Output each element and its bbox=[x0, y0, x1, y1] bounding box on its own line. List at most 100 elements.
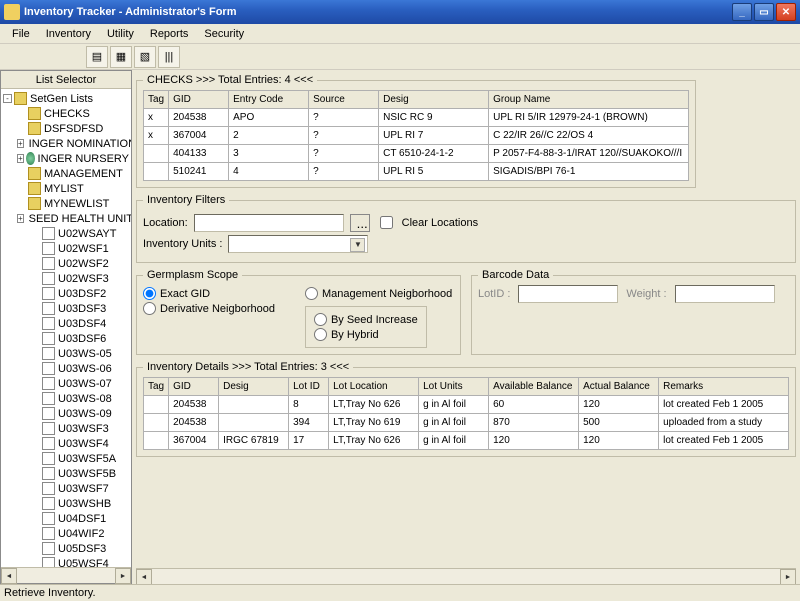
left-h-scrollbar[interactable]: ◄ ► bbox=[1, 567, 131, 583]
location-label: Location: bbox=[143, 217, 188, 229]
list-selector-header: List Selector bbox=[1, 71, 131, 89]
tree-item[interactable]: U03WSF5A bbox=[3, 451, 129, 466]
radio-exact-gid[interactable]: Exact GID bbox=[143, 287, 275, 300]
radio-derivative[interactable]: Derivative Neigborhood bbox=[143, 302, 275, 315]
weight-input[interactable] bbox=[675, 285, 775, 303]
table-row[interactable]: 204538394LT,Tray No 619g in Al foil87050… bbox=[144, 414, 789, 432]
tree-item[interactable]: MYNEWLIST bbox=[3, 196, 129, 211]
col-header[interactable]: Desig bbox=[219, 378, 289, 396]
col-header[interactable]: Tag bbox=[144, 91, 169, 109]
scroll-right-icon[interactable]: ► bbox=[115, 568, 131, 584]
tree-item[interactable]: U02WSF1 bbox=[3, 241, 129, 256]
tree-item[interactable]: CHECKS bbox=[3, 106, 129, 121]
radio-management[interactable]: Management Neigborhood bbox=[305, 287, 452, 300]
tree-item[interactable]: U03WS-09 bbox=[3, 406, 129, 421]
col-header[interactable]: Lot ID bbox=[289, 378, 329, 396]
table-row[interactable]: x204538APO?NSIC RC 9UPL RI 5/IR 12979-24… bbox=[144, 109, 689, 127]
menu-reports[interactable]: Reports bbox=[142, 26, 197, 42]
window-title: Inventory Tracker - Administrator's Form bbox=[24, 6, 730, 18]
radio-by-hybrid[interactable]: By Hybrid bbox=[314, 328, 418, 341]
tree-item[interactable]: U03WS-05 bbox=[3, 346, 129, 361]
tree-item[interactable]: MANAGEMENT bbox=[3, 166, 129, 181]
germplasm-scope-panel: Germplasm Scope Exact GID Derivative Nei… bbox=[136, 269, 461, 355]
col-header[interactable]: Lot Units bbox=[419, 378, 489, 396]
tree-item[interactable]: DSFSDFSD bbox=[3, 121, 129, 136]
inventory-details-table[interactable]: TagGIDDesigLot IDLot LocationLot UnitsAv… bbox=[143, 377, 789, 450]
tree-item[interactable]: U03DSF4 bbox=[3, 316, 129, 331]
table-row[interactable]: 367004IRGC 6781917LT,Tray No 626g in Al … bbox=[144, 432, 789, 450]
tree-item[interactable]: +INGER NURSERY bbox=[3, 151, 129, 166]
toolbar-btn-3[interactable]: ▧ bbox=[134, 46, 156, 68]
tree-item[interactable]: U03WSHB bbox=[3, 496, 129, 511]
lotid-label: LotID : bbox=[478, 288, 510, 300]
clear-locations-checkbox[interactable] bbox=[380, 216, 393, 229]
tree-item[interactable]: U03WSF7 bbox=[3, 481, 129, 496]
scope-legend: Germplasm Scope bbox=[143, 269, 242, 281]
tree-item[interactable]: U04WIF2 bbox=[3, 526, 129, 541]
tree-item[interactable]: U03WSF4 bbox=[3, 436, 129, 451]
inventory-filters-panel: Inventory Filters Location: ... Clear Lo… bbox=[136, 194, 796, 263]
toolbar-barcode-icon[interactable]: ||| bbox=[158, 46, 180, 68]
toolbar-btn-2[interactable]: ▦ bbox=[110, 46, 132, 68]
checks-legend: CHECKS >>> Total Entries: 4 <<< bbox=[143, 74, 317, 86]
tree-root[interactable]: -SetGen Lists bbox=[3, 91, 129, 106]
scroll-left-icon[interactable]: ◄ bbox=[136, 569, 152, 584]
col-header[interactable]: Group Name bbox=[489, 91, 689, 109]
tree-item[interactable]: +INGER NOMINATION LI bbox=[3, 136, 129, 151]
content-panel: CHECKS >>> Total Entries: 4 <<< TagGIDEn… bbox=[132, 70, 800, 584]
tree-item[interactable]: U02WSAYT bbox=[3, 226, 129, 241]
table-row[interactable]: 2045388LT,Tray No 626g in Al foil60120lo… bbox=[144, 396, 789, 414]
scroll-left-icon[interactable]: ◄ bbox=[1, 568, 17, 584]
location-browse-button[interactable]: ... bbox=[350, 214, 370, 232]
tree-item[interactable]: U03WS-08 bbox=[3, 391, 129, 406]
tree-item[interactable]: U03WS-07 bbox=[3, 376, 129, 391]
col-header[interactable]: GID bbox=[169, 91, 229, 109]
tree-item[interactable]: U03WS-06 bbox=[3, 361, 129, 376]
checks-panel: CHECKS >>> Total Entries: 4 <<< TagGIDEn… bbox=[136, 74, 696, 188]
minimize-button[interactable]: _ bbox=[732, 3, 752, 21]
menu-inventory[interactable]: Inventory bbox=[38, 26, 99, 42]
col-header[interactable]: Source bbox=[309, 91, 379, 109]
status-bar: Retrieve Inventory. bbox=[0, 584, 800, 600]
scroll-right-icon[interactable]: ► bbox=[780, 569, 796, 584]
col-header[interactable]: Remarks bbox=[659, 378, 789, 396]
tree-item[interactable]: U03DSF3 bbox=[3, 301, 129, 316]
tree-item[interactable]: U04DSF1 bbox=[3, 511, 129, 526]
app-icon bbox=[4, 4, 20, 20]
tree-item[interactable]: U03DSF6 bbox=[3, 331, 129, 346]
clear-locations-label: Clear Locations bbox=[402, 217, 478, 229]
radio-by-seed-increase[interactable]: By Seed Increase bbox=[314, 313, 418, 326]
checks-table[interactable]: TagGIDEntry CodeSourceDesigGroup Namex20… bbox=[143, 90, 689, 181]
col-header[interactable]: Tag bbox=[144, 378, 169, 396]
tree-view[interactable]: -SetGen ListsCHECKSDSFSDFSD+INGER NOMINA… bbox=[1, 89, 131, 567]
tree-item[interactable]: U05WSF4 bbox=[3, 556, 129, 567]
tree-item[interactable]: U05DSF3 bbox=[3, 541, 129, 556]
col-header[interactable]: Desig bbox=[379, 91, 489, 109]
col-header[interactable]: Lot Location bbox=[329, 378, 419, 396]
col-header[interactable]: Entry Code bbox=[229, 91, 309, 109]
menu-file[interactable]: File bbox=[4, 26, 38, 42]
maximize-button[interactable]: ▭ bbox=[754, 3, 774, 21]
inventory-units-dropdown[interactable] bbox=[228, 235, 368, 253]
tree-item[interactable]: +SEED HEALTH UNIT bbox=[3, 211, 129, 226]
list-selector-panel: List Selector -SetGen ListsCHECKSDSFSDFS… bbox=[0, 70, 132, 584]
tree-item[interactable]: U02WSF3 bbox=[3, 271, 129, 286]
tree-item[interactable]: U03WSF3 bbox=[3, 421, 129, 436]
lotid-input[interactable] bbox=[518, 285, 618, 303]
location-input[interactable] bbox=[194, 214, 344, 232]
tree-item[interactable]: U03DSF2 bbox=[3, 286, 129, 301]
close-button[interactable]: ✕ bbox=[776, 3, 796, 21]
tree-item[interactable]: U03WSF5B bbox=[3, 466, 129, 481]
table-row[interactable]: 4041333?CT 6510-24-1-2P 2057-F4-88-3-1/I… bbox=[144, 145, 689, 163]
col-header[interactable]: GID bbox=[169, 378, 219, 396]
menu-utility[interactable]: Utility bbox=[99, 26, 142, 42]
toolbar-btn-1[interactable]: ▤ bbox=[86, 46, 108, 68]
tree-item[interactable]: MYLIST bbox=[3, 181, 129, 196]
table-row[interactable]: 5102414?UPL RI 5SIGADIS/BPI 76-1 bbox=[144, 163, 689, 181]
table-row[interactable]: x3670042?UPL RI 7C 22/IR 26//C 22/OS 4 bbox=[144, 127, 689, 145]
col-header[interactable]: Actual Balance bbox=[579, 378, 659, 396]
right-h-scrollbar[interactable]: ◄ ► bbox=[136, 568, 796, 584]
menu-security[interactable]: Security bbox=[196, 26, 252, 42]
col-header[interactable]: Available Balance bbox=[489, 378, 579, 396]
tree-item[interactable]: U02WSF2 bbox=[3, 256, 129, 271]
